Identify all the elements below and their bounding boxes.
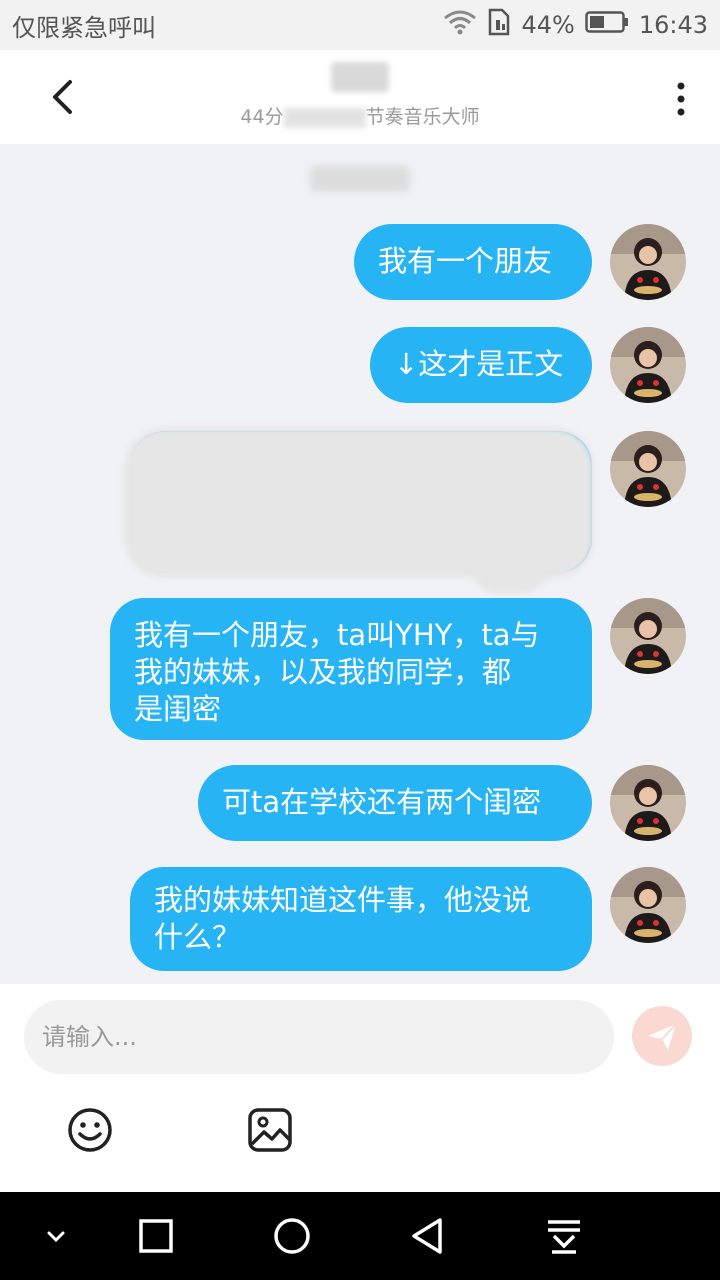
message-text: 可ta在学校还有两个闺密 <box>222 785 542 819</box>
message-line: 什么？ <box>154 920 242 954</box>
redaction-scribble <box>470 524 550 594</box>
battery-percent: 44% <box>521 11 575 39</box>
carrier-text: 仅限紧急呼叫 <box>12 14 156 42</box>
message-bubble[interactable]: 我有一个朋友 <box>354 224 592 300</box>
nav-collapse-button[interactable] <box>32 1212 80 1260</box>
avatar[interactable] <box>610 867 686 943</box>
system-nav-bar <box>0 1192 720 1280</box>
status-icons: 44% 16:43 <box>443 8 708 42</box>
chat-header: 44分 节奏音乐大师 <box>0 50 720 144</box>
pull-down-icon <box>548 1220 580 1254</box>
subtitle-suffix: 节奏音乐大师 <box>365 106 480 128</box>
redacted-timestamp <box>310 166 410 192</box>
message-text: ↓这才是正文 <box>394 347 564 381</box>
nav-recents-button[interactable] <box>132 1212 180 1260</box>
message-text: 我有一个朋友 <box>378 244 553 278</box>
send-button[interactable] <box>632 1006 692 1066</box>
input-placeholder: 请输入... <box>42 1023 137 1051</box>
redacted-subtitle <box>283 107 366 128</box>
message-bubble[interactable]: 可ta在学校还有两个闺密 <box>198 765 592 841</box>
message-line: 我的妹妹，以及我的同学，都 <box>134 655 512 689</box>
chevron-down-icon <box>47 1231 65 1243</box>
message-bubble[interactable]: 我有一个朋友，ta叫YHY，ta与 我的妹妹，以及我的同学，都 是闺密 <box>110 598 592 740</box>
nav-back-button[interactable] <box>404 1212 452 1260</box>
contact-subtitle: 44分 节奏音乐大师 <box>0 102 720 129</box>
wifi-icon <box>443 9 477 41</box>
nav-home-button[interactable] <box>268 1212 316 1260</box>
redacted-name <box>331 62 389 92</box>
avatar[interactable] <box>610 598 686 674</box>
more-vertical-icon <box>677 82 685 116</box>
subtitle-prefix: 44分 <box>240 106 284 128</box>
message-line: 我的妹妹知道这件事，他没说 <box>154 883 532 917</box>
battery-icon <box>585 10 629 40</box>
send-icon <box>648 1023 677 1050</box>
avatar[interactable] <box>610 327 686 403</box>
message-input[interactable]: 请输入... <box>24 1000 614 1074</box>
input-panel: 请输入... <box>0 984 720 1192</box>
avatar[interactable] <box>610 765 686 841</box>
image-button[interactable] <box>246 1106 294 1154</box>
message-line: 是闺密 <box>134 692 222 726</box>
triangle-back-icon <box>412 1218 442 1254</box>
message-bubble[interactable]: ↓这才是正文 <box>370 327 592 403</box>
clock: 16:43 <box>638 11 708 39</box>
avatar[interactable] <box>610 224 686 300</box>
square-icon <box>139 1219 173 1253</box>
message-bubble[interactable]: 我的妹妹知道这件事，他没说 什么？ <box>130 867 592 971</box>
nav-notification-button[interactable] <box>540 1212 588 1260</box>
emoji-icon <box>68 1108 112 1152</box>
chat-area[interactable]: 我有一个朋友 ↓这才是正文 我有一个朋友，ta叫YHY，ta与 我的妹妹，以及我… <box>0 144 720 984</box>
contact-name <box>0 62 720 96</box>
message-line: 我有一个朋友，ta叫YHY，ta与 <box>134 618 540 652</box>
image-icon <box>248 1108 292 1152</box>
avatar[interactable] <box>610 431 686 507</box>
status-bar: 仅限紧急呼叫 44% 16:43 <box>0 0 720 50</box>
more-options-button[interactable] <box>668 74 694 124</box>
emoji-button[interactable] <box>66 1106 114 1154</box>
circle-icon <box>274 1218 310 1254</box>
sim-icon <box>487 8 511 42</box>
